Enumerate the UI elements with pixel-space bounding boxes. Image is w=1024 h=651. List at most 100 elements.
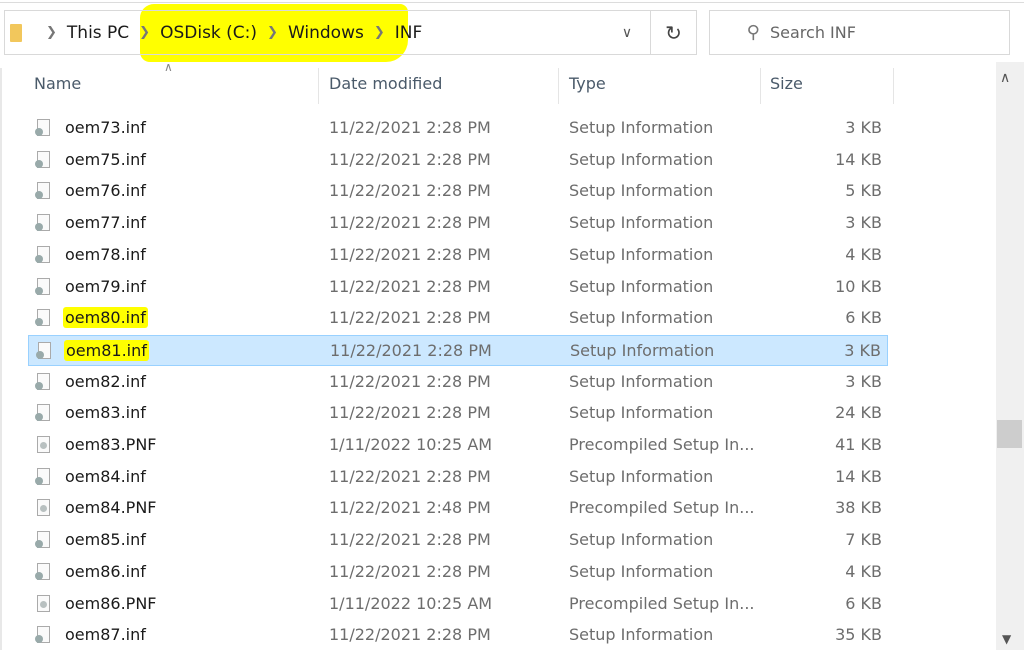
- search-icon: ⚲: [746, 22, 760, 43]
- file-date: 11/22/2021 2:28 PM: [329, 371, 491, 391]
- file-type: Setup Information: [569, 244, 714, 264]
- setup-file-icon: [35, 467, 50, 485]
- refresh-button[interactable]: ↻: [650, 10, 697, 55]
- sort-ascending-icon: ∧: [164, 60, 173, 74]
- file-name: oem78.inf: [65, 245, 146, 264]
- file-size: 14 KB: [835, 466, 882, 486]
- scrollbar-thumb[interactable]: [997, 420, 1022, 448]
- file-date: 11/22/2021 2:28 PM: [329, 466, 491, 486]
- file-type: Setup Information: [569, 308, 714, 328]
- file-name-text: oem83.inf: [65, 403, 146, 423]
- file-type: Setup Information: [569, 181, 714, 201]
- file-type: Precompiled Setup In...: [569, 435, 755, 454]
- setup-file-icon: [35, 119, 50, 136]
- file-row[interactable]: oem73.inf 11/22/2021 2:28 PM Setup Infor…: [28, 113, 888, 144]
- column-divider[interactable]: [760, 68, 761, 104]
- file-name: oem76.inf: [65, 181, 146, 200]
- file-name: oem82.inf: [65, 372, 146, 391]
- column-header-type[interactable]: Type: [569, 74, 606, 93]
- file-size: 3 KB: [845, 118, 882, 137]
- file-type: Setup Information: [569, 625, 714, 645]
- file-row[interactable]: oem84.inf 11/22/2021 2:28 PM Setup Infor…: [28, 462, 888, 493]
- file-size: 38 KB: [835, 498, 882, 518]
- file-name-text: oem76.inf: [65, 181, 146, 201]
- file-type: Setup Information: [569, 276, 714, 296]
- file-date: 11/22/2021 2:28 PM: [329, 561, 491, 581]
- setup-file-icon: [35, 245, 50, 263]
- file-type: Setup Information: [569, 118, 714, 137]
- column-header-date[interactable]: Date modified: [329, 74, 442, 93]
- file-row[interactable]: oem79.inf 11/22/2021 2:28 PM Setup Infor…: [28, 272, 888, 303]
- file-row[interactable]: oem80.inf 11/22/2021 2:28 PM Setup Infor…: [28, 303, 888, 334]
- file-size: 35 KB: [835, 625, 882, 645]
- file-date: 11/22/2021 2:28 PM: [329, 530, 491, 550]
- file-date: 11/22/2021 2:28 PM: [329, 181, 491, 201]
- column-header-size[interactable]: Size: [770, 74, 803, 93]
- file-type: Setup Information: [569, 466, 714, 486]
- chevron-right-icon[interactable]: ❯: [46, 25, 57, 40]
- file-row[interactable]: oem75.inf 11/22/2021 2:28 PM Setup Infor…: [28, 145, 888, 176]
- file-type: Setup Information: [569, 149, 714, 169]
- file-date: 11/22/2021 2:48 PM: [329, 498, 491, 518]
- breadcrumb-this-pc[interactable]: This PC: [67, 23, 129, 43]
- file-size: 14 KB: [835, 149, 882, 169]
- setup-file-icon: [35, 562, 50, 580]
- setup-file-icon: [35, 404, 50, 422]
- file-row[interactable]: oem86.inf 11/22/2021 2:28 PM Setup Infor…: [28, 557, 888, 588]
- breadcrumb-inf[interactable]: INF: [395, 23, 423, 43]
- address-history-dropdown[interactable]: ∨: [604, 10, 650, 55]
- column-divider[interactable]: [558, 68, 559, 104]
- file-size: 3 KB: [845, 371, 882, 391]
- file-row[interactable]: oem76.inf 11/22/2021 2:28 PM Setup Infor…: [28, 176, 888, 207]
- setup-file-icon: [35, 309, 50, 327]
- file-name: oem83.inf: [65, 403, 146, 422]
- breadcrumb-windows[interactable]: Windows: [288, 23, 364, 43]
- file-size: 3 KB: [845, 213, 882, 233]
- vertical-scrollbar[interactable]: [996, 62, 1024, 650]
- setup-file-icon: [35, 182, 50, 200]
- scroll-down-icon[interactable]: ▼: [1002, 632, 1011, 646]
- scroll-up-icon[interactable]: ∧: [1000, 70, 1010, 86]
- setup-file-icon: [35, 626, 50, 644]
- file-date: 1/11/2022 10:25 AM: [329, 593, 493, 613]
- file-size: 41 KB: [835, 435, 882, 454]
- file-name-text: oem86.PNF: [65, 593, 157, 613]
- file-name: oem84.PNF: [65, 498, 156, 517]
- file-name-text: oem86.inf: [65, 561, 146, 581]
- column-header-name[interactable]: Name: [34, 74, 81, 93]
- file-row[interactable]: oem87.inf 11/22/2021 2:28 PM Setup Infor…: [28, 620, 888, 651]
- setup-file-icon: [37, 499, 50, 517]
- file-type: Setup Information: [569, 403, 714, 423]
- file-row[interactable]: oem84.PNF 11/22/2021 2:48 PM Precompiled…: [28, 493, 888, 524]
- file-name-text: oem78.inf: [65, 244, 146, 264]
- nav-pane-edge: [0, 68, 2, 650]
- file-name: oem87.inf: [65, 625, 146, 644]
- file-row[interactable]: oem77.inf 11/22/2021 2:28 PM Setup Infor…: [28, 208, 888, 239]
- file-name: oem86.PNF: [65, 594, 156, 613]
- file-row[interactable]: oem82.inf 11/22/2021 2:28 PM Setup Infor…: [28, 367, 888, 398]
- file-row[interactable]: oem81.inf 11/22/2021 2:28 PM Setup Infor…: [28, 334, 888, 366]
- chevron-right-icon[interactable]: ❯: [374, 25, 385, 40]
- column-divider[interactable]: [318, 68, 319, 104]
- file-date: 11/22/2021 2:28 PM: [329, 118, 491, 137]
- file-date: 11/22/2021 2:28 PM: [329, 403, 491, 423]
- chevron-right-icon[interactable]: ❯: [139, 25, 150, 40]
- file-row[interactable]: oem83.PNF 1/11/2022 10:25 AM Precompiled…: [28, 430, 888, 461]
- column-divider[interactable]: [893, 68, 894, 104]
- search-input[interactable]: ⚲ Search INF: [709, 10, 1010, 55]
- file-name-text: oem73.inf: [65, 118, 146, 137]
- chevron-right-icon[interactable]: ❯: [267, 25, 278, 40]
- file-type: Setup Information: [570, 340, 715, 360]
- breadcrumb-osdisk[interactable]: OSDisk (C:): [160, 23, 257, 43]
- setup-file-icon: [36, 341, 51, 359]
- file-row[interactable]: oem83.inf 11/22/2021 2:28 PM Setup Infor…: [28, 398, 888, 429]
- file-row[interactable]: oem78.inf 11/22/2021 2:28 PM Setup Infor…: [28, 240, 888, 271]
- file-size: 3 KB: [844, 340, 881, 360]
- file-name: oem83.PNF: [65, 435, 156, 454]
- file-name-text: oem79.inf: [65, 276, 146, 296]
- file-row[interactable]: oem86.PNF 1/11/2022 10:25 AM Precompiled…: [28, 589, 888, 620]
- file-size: 4 KB: [845, 561, 882, 581]
- file-date: 11/22/2021 2:28 PM: [329, 244, 491, 264]
- file-size: 4 KB: [845, 244, 882, 264]
- file-row[interactable]: oem85.inf 11/22/2021 2:28 PM Setup Infor…: [28, 525, 888, 556]
